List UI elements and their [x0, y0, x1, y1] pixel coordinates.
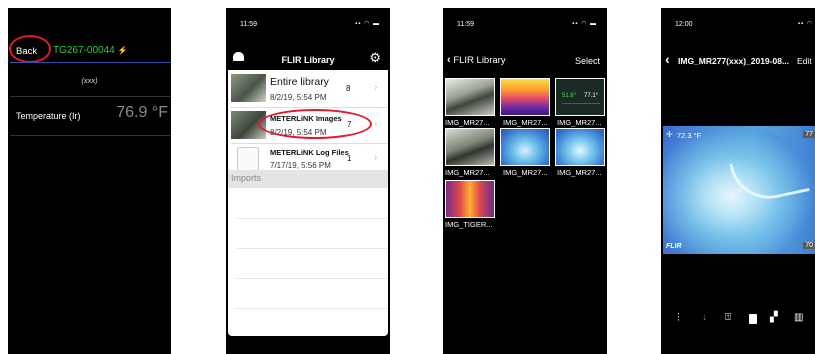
status-icons: ▪▪ ◠ ▬	[572, 21, 597, 27]
status-time: 12:00	[675, 21, 693, 28]
list-item-date: 8/2/19, 5:54 PM	[270, 93, 327, 102]
images-row-highlight	[258, 109, 372, 139]
brand-logo: FLIR	[666, 243, 682, 250]
bolt-icon: ⚡	[117, 46, 128, 55]
back-button-highlight	[9, 35, 51, 63]
thumbnail-label: IMG_MR27...	[445, 168, 490, 177]
thumbnail-label: IMG_MR27...	[503, 118, 548, 127]
chevron-left-icon: ‹	[447, 54, 451, 66]
reading-value: 76.9 °F	[116, 104, 168, 121]
image-title: IMG_MR277(xxx)_2019-08...	[678, 56, 790, 66]
gallery-thumbnail[interactable]	[500, 78, 550, 116]
library-list: Entire library 8/2/19, 5:54 PM 8 › METER…	[228, 70, 388, 336]
thumbnail	[231, 74, 266, 102]
back-chevron-icon[interactable]: ‹	[665, 51, 670, 67]
thumbnail-label: IMG_MR27...	[557, 168, 602, 177]
chevron-right-icon: ›	[374, 152, 378, 163]
gallery-thumbnail[interactable]	[500, 128, 550, 166]
divider-bottom	[10, 135, 171, 136]
thermal-image: ✛ 72.3 °F ⌖ 77 70 FLIR	[663, 126, 815, 254]
adjust-icon[interactable]: ⫶	[677, 312, 680, 325]
phone-gallery-screen: 11:59 ▪▪ ◠ ▬ ‹ FLIR Library Select IMG_M…	[443, 8, 607, 354]
list-item-meterlink-images[interactable]: METERLiNK Images 8/2/19, 5:54 PM 7 ›	[228, 108, 388, 144]
gallery-thumbnail[interactable]	[445, 78, 495, 116]
list-item-date: 7/17/19, 5:56 PM	[270, 161, 331, 170]
edit-button[interactable]: Edit	[797, 56, 812, 66]
spot-reading: 72.3 °F	[677, 131, 702, 140]
bottom-toolbar: ⫶ ↓ ⍐ ▞ ▥	[661, 312, 815, 332]
select-button[interactable]: Select	[575, 56, 600, 66]
gallery-thumbnail[interactable]	[555, 128, 605, 166]
reading-label: Temperature (Ir)	[16, 111, 81, 121]
status-time: 11:59	[240, 21, 257, 28]
scale-bottom: 70	[803, 242, 815, 249]
thumbnail-label: IMG_TIGER...	[445, 220, 493, 229]
trash-icon[interactable]: ▥	[794, 312, 803, 323]
chevron-right-icon: ›	[374, 82, 378, 93]
crosshair-icon: ⌖	[736, 182, 744, 197]
list-item-title: METERLiNK Log Files	[270, 148, 349, 157]
list-item-title: Entire library	[270, 76, 329, 88]
share-icon[interactable]: ⍐	[725, 312, 731, 323]
back-button[interactable]: ‹ FLIR Library	[447, 54, 506, 66]
empty-row	[236, 218, 388, 219]
phone-library-screen: 11:59 ▪▪ ◠ ▬ FLIR Library ⚙ Entire libra…	[226, 8, 390, 354]
list-item-count: 1	[347, 154, 352, 163]
list-item-entire-library[interactable]: Entire library 8/2/19, 5:54 PM 8 ›	[228, 70, 388, 108]
status-icons: ▪▪ ◠ ▬	[355, 21, 380, 27]
empty-row	[236, 308, 388, 309]
thumbnail-label: IMG_MR27...	[557, 118, 602, 127]
gallery-thumbnail[interactable]: 51.6° 77.1°	[555, 78, 605, 116]
scale-top: 77	[803, 131, 815, 138]
device-name: TG267-00044 ⚡	[53, 45, 128, 56]
thumbnail-label: IMG_MR27...	[445, 118, 490, 127]
empty-row	[236, 248, 388, 249]
gear-icon[interactable]: ⚙	[369, 50, 381, 66]
subtitle: (xxx)	[81, 76, 98, 85]
map-icon[interactable]: ▞	[770, 312, 778, 323]
gallery-thumbnail[interactable]	[445, 180, 495, 218]
phone-image-viewer: 12:00 ▪▪ ◠ ‹ IMG_MR277(xxx)_2019-08... E…	[661, 8, 815, 354]
download-icon[interactable]: ↓	[702, 312, 707, 323]
pdf-icon[interactable]	[749, 314, 757, 324]
chevron-right-icon: ›	[374, 118, 378, 129]
gallery-thumbnail[interactable]	[445, 128, 495, 166]
spot-meter-icon: ✛	[666, 130, 673, 139]
phone-meter-screen: Back TG267-00044 ⚡ (xxx) Temperature (Ir…	[8, 8, 171, 354]
empty-row	[236, 278, 388, 279]
header-divider	[10, 62, 171, 63]
section-label: Imports	[231, 173, 262, 183]
list-item-count: 8	[346, 84, 351, 93]
status-icons: ▪▪ ◠	[797, 21, 813, 27]
status-time: 11:59	[457, 21, 474, 28]
divider-top	[10, 96, 171, 97]
header-title: FLIR Library	[281, 55, 335, 65]
thumbnail-label: IMG_MR27...	[503, 168, 548, 177]
section-header-imports: Imports	[228, 170, 388, 188]
